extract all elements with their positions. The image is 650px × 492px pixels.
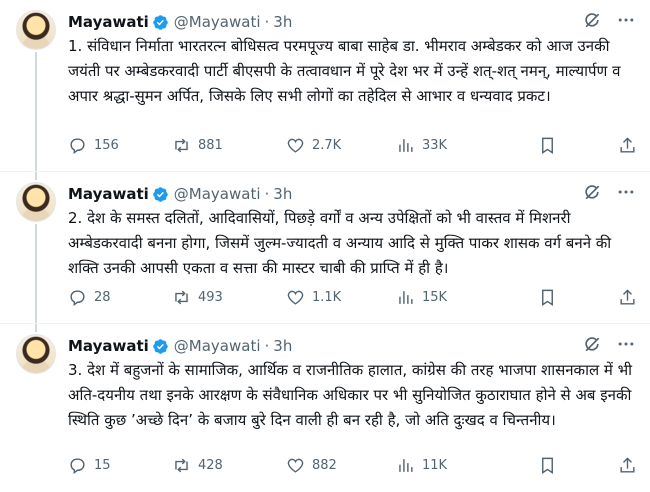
reply-icon	[70, 290, 85, 307]
tweet-text: 3. देश में बहुजनों के सामाजिक, आर्थिक व …	[68, 361, 633, 429]
tweet-top-icons	[582, 10, 636, 30]
views-button[interactable]: 33K	[396, 136, 447, 155]
reply-icon	[70, 138, 85, 155]
verified-badge-icon	[153, 14, 168, 30]
bookmark-button[interactable]	[538, 136, 557, 155]
author-name[interactable]: Mayawati	[68, 185, 149, 203]
share-button[interactable]	[618, 136, 637, 155]
like-button[interactable]: 882	[286, 456, 337, 475]
repost-icon	[175, 138, 188, 153]
share-button[interactable]	[618, 288, 637, 307]
tweet-actions: 156 881 2.7K 33K	[68, 136, 638, 158]
reply-button[interactable]: 15	[68, 456, 111, 475]
bookmark-icon	[542, 289, 553, 306]
verified-badge-icon	[153, 186, 168, 202]
reply-icon	[70, 458, 85, 475]
separator: ·	[264, 185, 270, 203]
tweet[interactable]: Mayawati @Mayawati · 3h 3. देश में बहुजन…	[0, 324, 650, 492]
author-handle[interactable]: @Mayawati	[174, 185, 261, 203]
reply-count: 156	[94, 138, 119, 153]
author-handle[interactable]: @Mayawati	[174, 337, 261, 355]
bookmark-icon	[542, 137, 553, 154]
repost-button[interactable]: 428	[172, 456, 223, 475]
repost-icon	[175, 290, 188, 305]
separator: ·	[264, 13, 270, 31]
timestamp[interactable]: 3h	[273, 337, 292, 355]
bookmark-button[interactable]	[538, 456, 557, 475]
views-icon	[399, 291, 413, 304]
more-icon[interactable]	[616, 334, 636, 354]
repost-count: 881	[198, 138, 223, 153]
author-name[interactable]: Mayawati	[68, 337, 149, 355]
thread-line	[35, 324, 37, 332]
tweet-text: 2. देश के समस्त दलितों, आदिवासियों, पिछड…	[68, 209, 612, 277]
tweet-header: Mayawati @Mayawati · 3h	[68, 336, 292, 356]
views-button[interactable]: 11K	[396, 456, 447, 475]
like-icon	[287, 138, 304, 153]
share-icon	[620, 457, 635, 473]
repost-count: 428	[198, 458, 223, 473]
views-count: 11K	[422, 458, 448, 473]
like-icon	[287, 458, 304, 473]
thread-line	[35, 52, 37, 172]
thread-line	[35, 172, 37, 180]
tweet-header: Mayawati @Mayawati · 3h	[68, 12, 292, 32]
like-count: 882	[312, 458, 337, 473]
like-button[interactable]: 1.1K	[286, 288, 341, 307]
tweet[interactable]: Mayawati @Mayawati · 3h 2. देश के समस्त …	[0, 172, 650, 324]
bookmark-button[interactable]	[538, 288, 557, 307]
tweet-header: Mayawati @Mayawati · 3h	[68, 184, 292, 204]
views-count: 33K	[422, 138, 448, 153]
separator: ·	[264, 337, 270, 355]
avatar[interactable]	[16, 334, 56, 374]
repost-icon	[175, 458, 188, 473]
views-icon	[399, 459, 413, 472]
grok-icon[interactable]	[582, 10, 602, 30]
grok-icon[interactable]	[582, 334, 602, 354]
bookmark-icon	[542, 457, 553, 474]
like-count: 1.1K	[312, 290, 342, 305]
reply-button[interactable]: 28	[68, 288, 111, 307]
views-icon	[399, 139, 413, 152]
reply-button[interactable]: 156	[68, 136, 119, 155]
avatar[interactable]	[16, 10, 56, 50]
tweet[interactable]: Mayawati @Mayawati · 3h 1. संविधान निर्म…	[0, 0, 650, 172]
tweet-top-icons	[582, 334, 636, 354]
repost-button[interactable]: 493	[172, 288, 223, 307]
share-icon	[620, 289, 635, 305]
views-count: 15K	[422, 290, 448, 305]
timestamp[interactable]: 3h	[273, 185, 292, 203]
tweet-actions: 28 493 1.1K 15K	[68, 288, 638, 310]
reply-count: 28	[94, 290, 111, 305]
like-button[interactable]: 2.7K	[286, 136, 341, 155]
tweet-actions: 15 428 882 11K	[68, 456, 638, 478]
avatar[interactable]	[16, 182, 56, 222]
reply-count: 15	[94, 458, 111, 473]
like-icon	[287, 290, 304, 305]
like-count: 2.7K	[312, 138, 342, 153]
share-button[interactable]	[618, 456, 637, 475]
repost-button[interactable]: 881	[172, 136, 223, 155]
more-icon[interactable]	[616, 182, 636, 202]
author-handle[interactable]: @Mayawati	[174, 13, 261, 31]
tweet-text: 1. संविधान निर्माता भारतरत्न बोधिसत्व पर…	[68, 37, 621, 105]
timestamp[interactable]: 3h	[273, 13, 292, 31]
views-button[interactable]: 15K	[396, 288, 447, 307]
verified-badge-icon	[153, 338, 168, 354]
author-name[interactable]: Mayawati	[68, 13, 149, 31]
repost-count: 493	[198, 290, 223, 305]
more-icon[interactable]	[616, 10, 636, 30]
tweet-top-icons	[582, 182, 636, 202]
share-icon	[620, 137, 635, 153]
thread-line	[35, 224, 37, 324]
grok-icon[interactable]	[582, 182, 602, 202]
